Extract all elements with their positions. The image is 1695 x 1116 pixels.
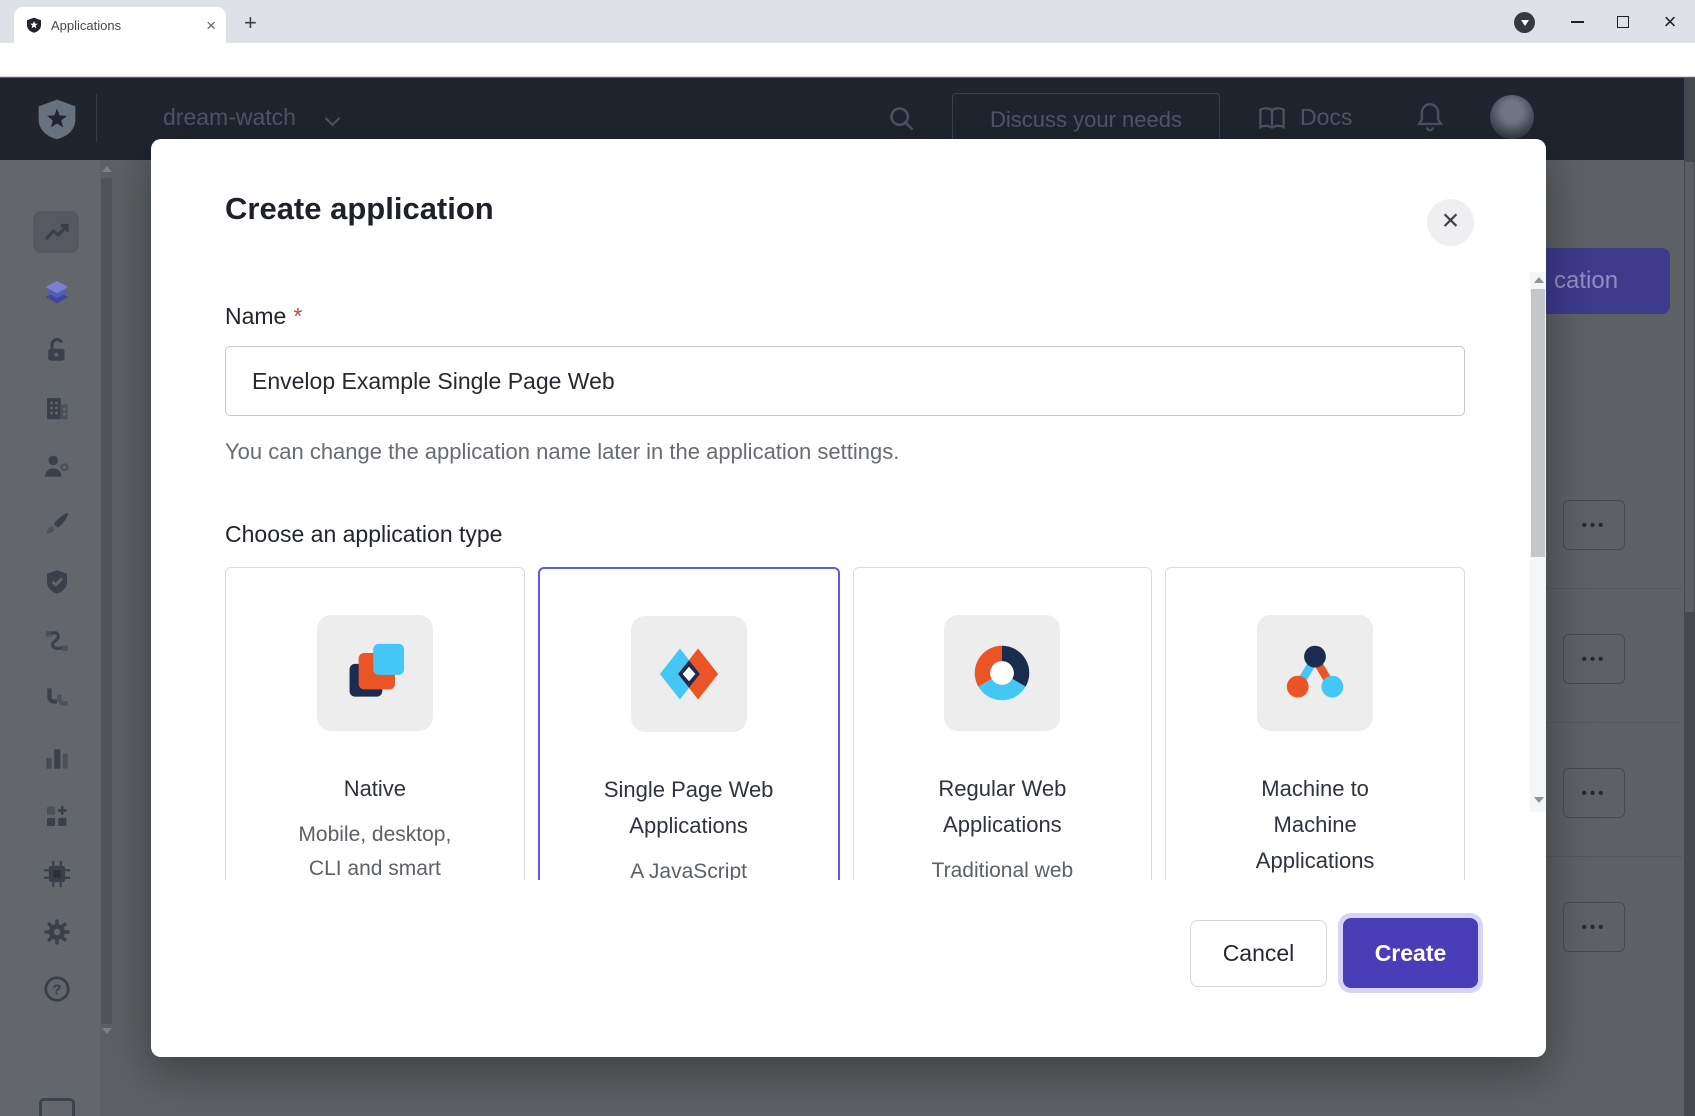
- application-type-label: Choose an application type: [225, 521, 502, 548]
- card-title: Regular Web Applications: [938, 771, 1066, 843]
- window-maximize-button[interactable]: [1600, 0, 1646, 43]
- row-divider: [1546, 588, 1682, 589]
- page-scrollbar-thumb[interactable]: [1685, 162, 1694, 612]
- create-button[interactable]: Create: [1343, 918, 1478, 988]
- svg-text:?: ?: [52, 982, 61, 999]
- tab-title: Applications: [51, 18, 206, 33]
- sidebar-scrollbar-thumb[interactable]: [101, 178, 112, 1024]
- modal-scrollbar-thumb[interactable]: [1531, 289, 1545, 557]
- native-icon-tile: [317, 615, 433, 731]
- card-title: Machine to Machine Applications: [1256, 771, 1375, 879]
- authentication-lock-icon[interactable]: [42, 335, 72, 365]
- organizations-building-icon[interactable]: [42, 393, 72, 423]
- spa-icon-tile: [631, 616, 747, 732]
- auth-pipeline-icon[interactable]: [42, 684, 72, 714]
- docs-link[interactable]: Docs: [1300, 104, 1352, 131]
- actions-flow-icon[interactable]: [42, 626, 72, 656]
- auth0-favicon-icon: [26, 17, 42, 33]
- card-native[interactable]: Native Mobile, desktop, CLI and smart: [225, 567, 525, 880]
- modal-title: Create application: [225, 191, 494, 227]
- chrome-update-icon[interactable]: [1514, 12, 1535, 33]
- browser-toolbar: ← → ↻ manage.auth0.com/dashboard/eu/drea…: [0, 43, 1695, 77]
- branding-brush-icon[interactable]: [42, 509, 72, 539]
- marketplace-blocks-icon[interactable]: [42, 801, 72, 831]
- regular-web-donut-icon: [962, 633, 1042, 713]
- tab-close-icon[interactable]: ×: [206, 17, 216, 34]
- card-regular-web[interactable]: Regular Web Applications Traditional web: [853, 567, 1153, 880]
- applications-layers-icon[interactable]: [42, 277, 72, 307]
- cancel-button[interactable]: Cancel: [1190, 920, 1327, 987]
- window-close-button[interactable]: ×: [1647, 0, 1693, 43]
- native-stacked-squares-icon: [335, 633, 415, 713]
- sidebar-scroll-up-icon[interactable]: [102, 166, 112, 172]
- settings-gear-icon[interactable]: [42, 917, 72, 947]
- row-menu-button[interactable]: •••: [1563, 768, 1625, 818]
- card-machine-to-machine[interactable]: Machine to Machine Applications: [1165, 567, 1465, 880]
- notifications-bell-icon[interactable]: [1416, 102, 1444, 132]
- card-title: Single Page Web Applications: [604, 772, 774, 844]
- row-menu-button[interactable]: •••: [1563, 500, 1625, 550]
- search-icon[interactable]: [888, 105, 916, 133]
- collapse-panel-icon[interactable]: [39, 1098, 75, 1116]
- row-divider: [1546, 856, 1682, 857]
- sidebar: ?: [0, 160, 113, 1116]
- sidebar-scroll-down-icon[interactable]: [102, 1028, 112, 1034]
- regular-web-icon-tile: [944, 615, 1060, 731]
- extensions-chip-icon[interactable]: [42, 859, 72, 889]
- card-single-page-web[interactable]: Single Page Web Applications A JavaScrip…: [538, 567, 840, 880]
- spa-diamonds-icon: [649, 634, 729, 714]
- auth0-logo-icon: [36, 95, 78, 143]
- m2m-icon-tile: [1257, 615, 1373, 731]
- modal-scroll-down-icon[interactable]: [1534, 797, 1544, 803]
- browser-tab-strip: Applications × + ×: [0, 0, 1695, 43]
- new-tab-button[interactable]: +: [244, 10, 257, 36]
- browser-tab[interactable]: Applications ×: [14, 7, 226, 43]
- row-menu-button[interactable]: •••: [1563, 902, 1625, 952]
- m2m-molecule-icon: [1275, 633, 1355, 713]
- window-minimize-button[interactable]: [1554, 0, 1600, 43]
- tenant-selector[interactable]: dream-watch: [163, 104, 296, 131]
- close-icon: ×: [1442, 206, 1460, 236]
- user-management-icon[interactable]: [42, 451, 72, 481]
- header-divider: [96, 94, 97, 142]
- security-shield-icon[interactable]: [42, 567, 72, 597]
- activity-trend-icon[interactable]: [42, 218, 72, 248]
- card-description: A JavaScript: [630, 855, 747, 880]
- modal-scroll-up-icon[interactable]: [1534, 277, 1544, 283]
- required-marker: *: [293, 303, 302, 329]
- name-helper-text: You can change the application name late…: [225, 439, 899, 465]
- help-circle-icon[interactable]: ?: [42, 974, 72, 1004]
- row-divider: [1546, 722, 1682, 723]
- modal-close-button[interactable]: ×: [1427, 199, 1474, 246]
- docs-book-icon[interactable]: [1258, 106, 1286, 132]
- name-label: Name*: [225, 303, 302, 330]
- card-title: Native: [344, 771, 406, 807]
- application-type-cards: Native Mobile, desktop, CLI and smart Si…: [225, 567, 1465, 880]
- create-application-modal: Create application × Name* You can chang…: [151, 139, 1546, 1057]
- application-name-input[interactable]: [225, 346, 1465, 416]
- card-description: Traditional web: [932, 854, 1074, 880]
- chevron-down-icon: [1521, 20, 1529, 26]
- card-description: Mobile, desktop, CLI and smart: [298, 818, 451, 880]
- monitoring-bars-icon[interactable]: [42, 743, 72, 773]
- user-avatar[interactable]: [1490, 95, 1534, 139]
- row-menu-button[interactable]: •••: [1563, 634, 1625, 684]
